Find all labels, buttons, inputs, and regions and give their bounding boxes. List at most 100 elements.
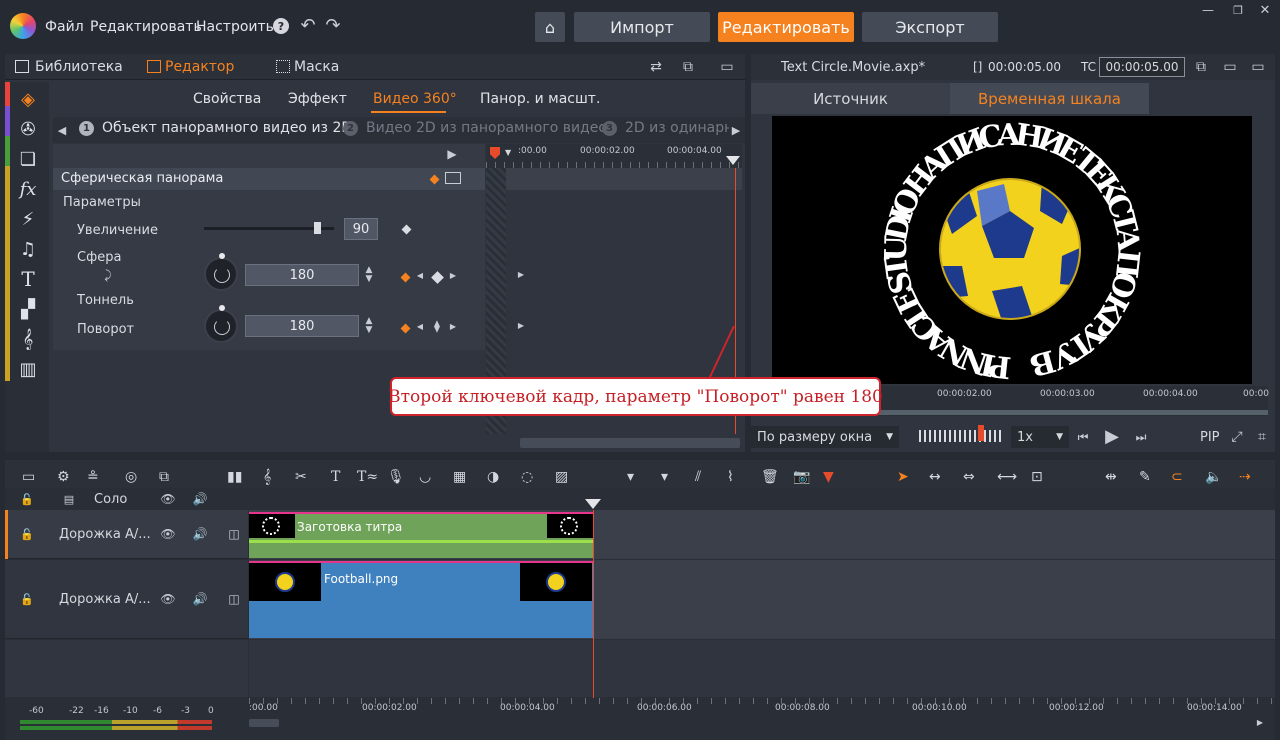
- step-next-icon[interactable]: ▶: [729, 122, 743, 138]
- play-icon[interactable]: ▶: [1103, 427, 1121, 447]
- title-icon[interactable]: T: [17, 267, 39, 291]
- volume-icon[interactable]: 🔈: [1205, 469, 1222, 485]
- edit-button[interactable]: Редактировать: [718, 12, 854, 42]
- speed-select[interactable]: 1x ▼: [1011, 426, 1069, 448]
- fx-icon[interactable]: fx: [17, 178, 39, 200]
- restore-icon[interactable]: ❐: [1231, 4, 1245, 16]
- home-button[interactable]: ⌂: [535, 12, 565, 42]
- image-edit-icon[interactable]: ▨: [555, 469, 568, 485]
- grid-icon[interactable]: ▦: [453, 469, 466, 485]
- fit-select[interactable]: По размеру окна ▼: [751, 426, 899, 448]
- track-2-camera-icon[interactable]: ◫: [226, 592, 242, 606]
- layout-icon[interactable]: ▭: [717, 59, 737, 75]
- kf-end-marker-icon[interactable]: [726, 156, 740, 165]
- section-keyframe-icon[interactable]: [429, 174, 440, 185]
- video-preview[interactable]: PINNACLE STUDIO НАПИСАНИЕ ТЕКСТА ПО КРУГ…: [772, 116, 1252, 384]
- export-button[interactable]: Экспорт: [862, 12, 998, 42]
- crop-icon[interactable]: ⌗: [1254, 429, 1270, 445]
- sphere-next-kf-icon[interactable]: ▶: [449, 270, 457, 282]
- track-1-camera-icon[interactable]: ◫: [226, 527, 242, 541]
- export-frame-icon[interactable]: ⧉: [159, 469, 169, 485]
- sphere-spinner-icon[interactable]: ▲ ▼: [363, 265, 375, 285]
- track-1-speaker-icon[interactable]: 🔊: [192, 527, 208, 541]
- minimize-icon[interactable]: —: [1201, 4, 1215, 16]
- pointer-icon[interactable]: ➤: [897, 469, 909, 485]
- sphere-value-field[interactable]: 180: [245, 264, 359, 286]
- timeline-settings-icon[interactable]: ⚙: [57, 469, 70, 485]
- preview-layout2-icon[interactable]: ▭: [1249, 59, 1267, 75]
- kf-scrollbar[interactable]: [520, 438, 740, 448]
- app-logo[interactable]: [10, 13, 36, 39]
- subtab-pan-zoom[interactable]: Панор. и масшт.: [480, 91, 600, 107]
- scissors-icon[interactable]: ✂: [295, 469, 307, 485]
- import-button[interactable]: Импорт: [574, 12, 710, 42]
- text-icon[interactable]: T: [331, 469, 340, 485]
- empty-track-lane[interactable]: [249, 640, 1275, 697]
- slide-icon[interactable]: ⟷: [997, 469, 1017, 485]
- ripple-icon[interactable]: ↔: [929, 469, 941, 485]
- preview-layout-icon[interactable]: ▭: [1221, 59, 1239, 75]
- marker-in-icon[interactable]: ▾: [627, 469, 634, 485]
- section-menu-icon[interactable]: [445, 172, 461, 184]
- timecode-field[interactable]: 00:00:05.00: [1099, 57, 1185, 77]
- montage-icon[interactable]: ▞: [17, 298, 39, 320]
- step-3[interactable]: 3 2D из одинарно: [602, 120, 742, 136]
- microphone-icon[interactable]: 🎙: [387, 469, 405, 485]
- film-reel-icon[interactable]: ✇: [17, 118, 39, 140]
- zoom-slider-thumb[interactable]: [314, 222, 321, 234]
- pip-label[interactable]: PIP: [1200, 430, 1220, 445]
- track-1-name[interactable]: Дорожка А/...: [59, 527, 151, 542]
- timeline-view-icon[interactable]: ▭: [22, 469, 35, 485]
- track-2-eye-icon[interactable]: 👁: [160, 592, 176, 606]
- eye-all-icon[interactable]: 👁: [160, 492, 176, 506]
- disc-icon[interactable]: ◎: [125, 469, 137, 485]
- kf-sphere-marker-icon[interactable]: ▶: [517, 269, 525, 281]
- track-1-eye-icon[interactable]: 👁: [160, 527, 176, 541]
- audio-mixer-icon[interactable]: ▮▮: [227, 469, 242, 485]
- audio-duck-icon[interactable]: ◡: [419, 469, 431, 485]
- mark-in-out-icon[interactable]: []: [973, 60, 982, 74]
- razor-icon[interactable]: ⫽: [695, 469, 701, 485]
- timeline-scroll-right-icon[interactable]: ▶: [1255, 717, 1265, 729]
- snap-icon[interactable]: ≗: [87, 469, 99, 485]
- prev-frame-icon[interactable]: ⏮: [1075, 429, 1091, 445]
- rotation-prev-kf-icon[interactable]: ◀: [416, 321, 424, 333]
- rotation-kf-toggle-icon[interactable]: ⧫: [431, 320, 443, 332]
- track-1-lock-icon[interactable]: 🔓: [20, 527, 34, 541]
- step-2[interactable]: 2 Видео 2D из панорамного видео: [343, 120, 607, 136]
- kf-playhead-icon[interactable]: [490, 147, 500, 159]
- tab-mask[interactable]: Маска: [294, 59, 339, 75]
- music-note-icon[interactable]: ♫: [17, 238, 39, 260]
- jog-wheel[interactable]: [919, 430, 1003, 442]
- snapshot-icon[interactable]: 📷: [793, 469, 810, 485]
- next-frame-icon[interactable]: ⏭: [1133, 429, 1149, 445]
- timeline-scrollbar[interactable]: [249, 719, 279, 727]
- clef-icon[interactable]: 𝄞: [17, 328, 39, 350]
- tab-library[interactable]: Библиотека: [35, 59, 123, 75]
- step-prev-icon[interactable]: ◀: [55, 122, 69, 138]
- piano-icon[interactable]: ▥: [17, 358, 39, 380]
- timeline-end-marker-icon[interactable]: [585, 499, 601, 509]
- split-icon[interactable]: ⌇: [727, 469, 734, 485]
- clip-image[interactable]: Football.png: [249, 561, 593, 638]
- rotation-value-field[interactable]: 180: [245, 315, 359, 337]
- track-header-2[interactable]: 🔓 Дорожка А/... 👁 🔊 ◫: [5, 560, 248, 639]
- sphere-knob[interactable]: [204, 257, 238, 291]
- transitions-icon[interactable]: ❏: [17, 148, 39, 170]
- trash-icon[interactable]: 🗑: [761, 469, 779, 485]
- subtab-video360[interactable]: Видео 360°: [373, 91, 457, 107]
- timeline-ruler[interactable]: :00.00 00:00:02.00 00:00:04.00 00:00:06.…: [249, 698, 1275, 740]
- tab-timeline-view[interactable]: Временная шкала: [950, 83, 1149, 114]
- magnet-icon[interactable]: ⊂: [1171, 469, 1183, 485]
- subtab-properties[interactable]: Свойства: [193, 91, 261, 107]
- layers-icon[interactable]: ◈: [17, 88, 39, 110]
- jog-marker[interactable]: [978, 425, 984, 441]
- stretch-icon[interactable]: ⊡: [1031, 469, 1043, 485]
- zoom-value-field[interactable]: 90: [344, 218, 378, 240]
- rotation-knob[interactable]: [204, 309, 238, 343]
- insert-mode-icon[interactable]: ⇢: [1239, 469, 1251, 485]
- rotation-spinner-icon[interactable]: ▲ ▼: [363, 316, 375, 336]
- sphere-prev-kf-icon[interactable]: ◀: [416, 270, 424, 282]
- join-icon[interactable]: ⇹: [1105, 469, 1117, 485]
- clip-title[interactable]: Заготовка титра: [249, 512, 593, 558]
